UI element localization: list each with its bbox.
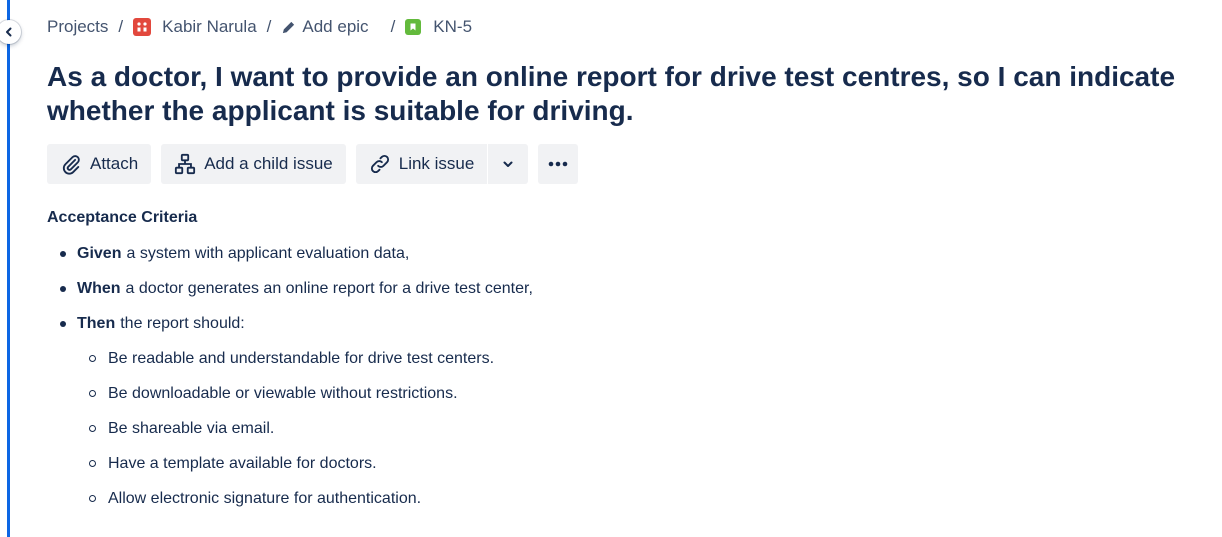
more-icon (546, 160, 570, 168)
sub-bullet (89, 495, 96, 502)
sub-list-item-text: Be shareable via email. (108, 419, 275, 437)
paperclip-icon (60, 153, 82, 175)
link-issue-dropdown-button[interactable] (488, 144, 529, 184)
sub-list-item: Allow electronic signature for authentic… (47, 481, 533, 516)
sub-list-item-text: Be downloadable or viewable without rest… (108, 384, 458, 402)
sub-list-item-text: Be readable and understandable for drive… (108, 349, 495, 367)
bullet (60, 320, 66, 327)
hierarchy-icon (174, 153, 196, 175)
pencil-icon (281, 20, 296, 35)
link-icon (369, 153, 391, 175)
breadcrumb-project[interactable]: Kabir Narula (133, 17, 257, 37)
breadcrumb-separator: / (390, 17, 396, 36)
sidebar-edge (7, 0, 10, 537)
breadcrumb: Projects / Kabir Narula / Add epic / KN-… (47, 17, 472, 37)
collapse-sidebar-button[interactable] (0, 20, 21, 44)
list-item: Then the report should: (47, 306, 533, 341)
breadcrumb-separator: / (118, 17, 124, 36)
issue-toolbar: Attach Add a child issue Link issue (47, 144, 579, 184)
sub-list-item: Be shareable via email. (47, 411, 533, 446)
breadcrumb-projects[interactable]: Projects (47, 17, 108, 37)
link-issue-label: Link issue (398, 154, 475, 173)
breadcrumb-separator: / (266, 17, 272, 36)
project-avatar-icon (133, 18, 152, 36)
chevron-left-icon (6, 27, 12, 37)
sub-bullet (89, 460, 96, 467)
sub-list-item: Be readable and understandable for drive… (47, 341, 533, 376)
attach-label: Attach (90, 154, 139, 173)
list-item-text: the report should: (120, 314, 245, 332)
add-epic-label: Add epic (302, 17, 369, 36)
story-icon (405, 19, 422, 35)
sub-bullet (89, 390, 96, 397)
add-epic-button[interactable]: Add epic (281, 17, 369, 37)
add-child-issue-label: Add a child issue (204, 154, 333, 173)
list-item-text: a doctor generates an online report for … (125, 279, 533, 297)
link-issue-button[interactable]: Link issue (355, 144, 488, 184)
issue-title[interactable]: As a doctor, I want to provide an online… (47, 60, 1192, 128)
chevron-down-icon (500, 156, 516, 172)
sub-list-item: Be downloadable or viewable without rest… (47, 376, 533, 411)
acceptance-criteria-heading: Acceptance Criteria (47, 209, 198, 226)
sub-list-item: Have a template available for doctors. (47, 446, 533, 481)
sub-list-item-text: Have a template available for doctors. (108, 454, 377, 472)
issue-key-label: KN-5 (433, 17, 473, 36)
list-item: Given a system with applicant evaluation… (47, 236, 533, 271)
add-child-issue-button[interactable]: Add a child issue (161, 144, 346, 184)
list-item-keyword: Then (77, 314, 116, 332)
link-issue-split-button: Link issue (355, 144, 529, 184)
sub-bullet (89, 355, 96, 362)
list-item-text: a system with applicant evaluation data, (126, 244, 410, 262)
list-item: When a doctor generates an online report… (47, 271, 533, 306)
sub-list-item-text: Allow electronic signature for authentic… (108, 489, 422, 507)
list-item-keyword: When (77, 279, 121, 297)
list-item-keyword: Given (77, 244, 122, 262)
acceptance-criteria-list[interactable]: Given a system with applicant evaluation… (47, 236, 533, 516)
breadcrumb-project-label: Kabir Narula (162, 17, 257, 36)
more-actions-button[interactable] (538, 144, 579, 184)
sub-bullet (89, 425, 96, 432)
bullet (60, 285, 66, 292)
attach-button[interactable]: Attach (47, 144, 152, 184)
breadcrumb-issue-key[interactable]: KN-5 (405, 17, 472, 37)
bullet (60, 250, 66, 257)
